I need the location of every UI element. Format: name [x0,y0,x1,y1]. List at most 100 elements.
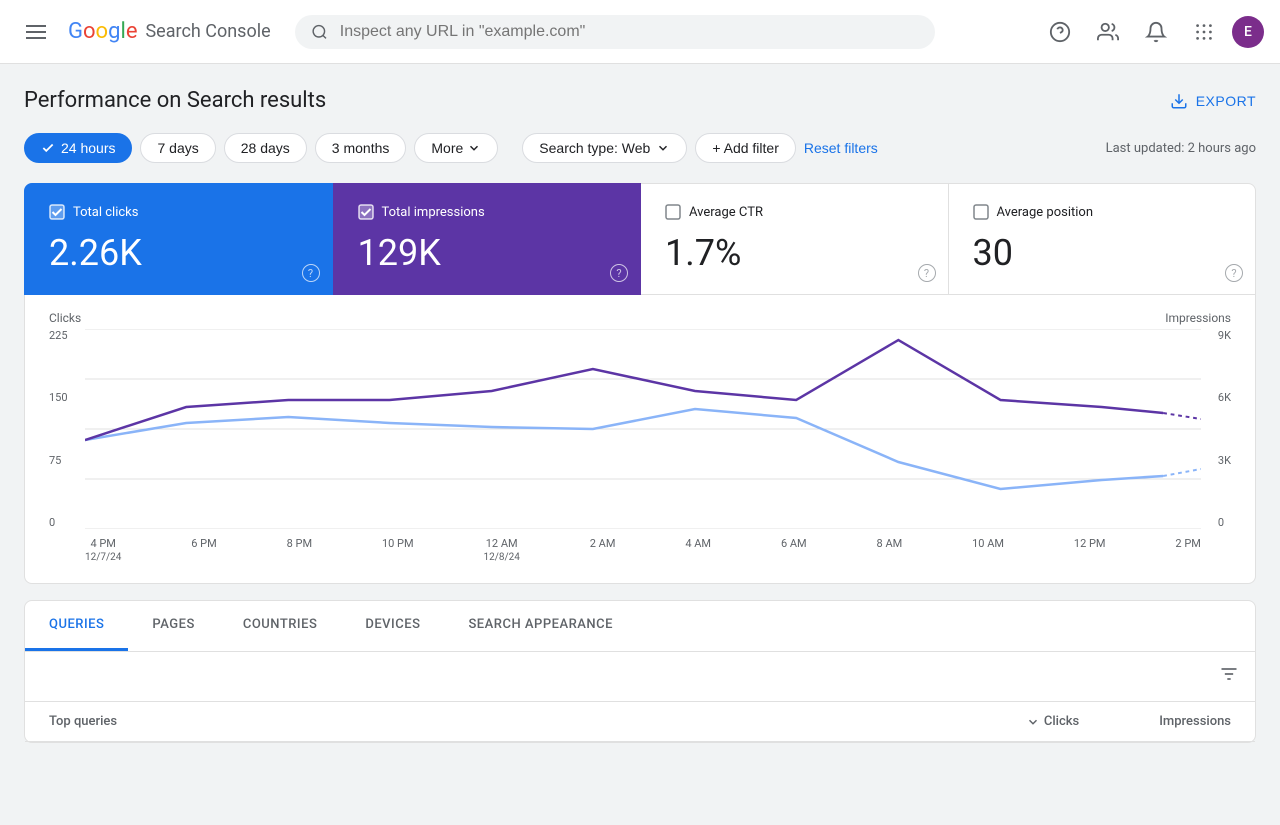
filter-3months[interactable]: 3 months [315,133,407,163]
hamburger-menu-button[interactable] [16,12,56,52]
tab-queries[interactable]: QUERIES [25,601,128,651]
stat-card-position[interactable]: Average position 30 ? [949,183,1257,295]
tab-devices[interactable]: DEVICES [341,601,444,651]
last-updated-text: Last updated: 2 hours ago [1106,141,1256,156]
stat-value-position: 30 [973,232,1232,274]
stat-name-clicks: Total clicks [73,205,138,220]
stat-card-clicks[interactable]: Total clicks 2.26K ? [24,183,333,295]
grid-icon [1193,21,1215,43]
search-input[interactable] [340,23,919,41]
filter-28days-label: 28 days [241,140,290,156]
stat-value-ctr: 1.7% [665,232,924,274]
add-filter-label: + Add filter [712,140,779,156]
filter-24hours[interactable]: 24 hours [24,133,132,163]
filter-icon [1219,664,1239,684]
table-header: Top queries Clicks Impressions [25,702,1255,742]
google-wordmark: Google [68,19,137,44]
stat-card-ctr[interactable]: Average CTR 1.7% ? [641,183,949,295]
users-icon [1097,21,1119,43]
filter-more[interactable]: More [414,133,498,163]
x-label-6am: 6 AM [781,537,807,563]
stat-label-impressions: Total impressions [358,204,617,220]
help-icon [1049,21,1071,43]
x-label-2pm: 2 PM [1175,537,1200,563]
x-label-4am: 4 AM [685,537,711,563]
search-type-label: Search type: Web [539,140,650,156]
x-label-10pm: 10 PM [382,537,414,563]
impressions-col-label: Impressions [1159,714,1231,729]
filter-7days[interactable]: 7 days [140,133,215,163]
y-left-0: 0 [49,516,68,529]
filter-28days[interactable]: 28 days [224,133,307,163]
stat-name-impressions: Total impressions [382,205,485,220]
help-button[interactable] [1040,12,1080,52]
y-right-0: 0 [1218,516,1231,529]
table-right-cols: Clicks Impressions [1026,714,1231,729]
table-col-queries: Top queries [49,714,1026,729]
search-bar[interactable] [295,15,935,49]
y-right-6k: 6K [1218,391,1231,404]
help-ctr-icon[interactable]: ? [918,264,936,282]
x-label-2am: 2 AM [590,537,616,563]
search-type-button[interactable]: Search type: Web [522,133,687,163]
grid-button[interactable] [1184,12,1224,52]
clicks-dotted [1163,469,1201,476]
checkbox-checked-icon [49,204,65,220]
stat-label-clicks: Total clicks [49,204,308,220]
hamburger-icon [18,17,54,47]
y-left-150: 150 [49,391,68,404]
download-icon [1170,92,1188,110]
tab-search-appearance[interactable]: SEARCH APPEARANCE [444,601,637,651]
header: Google Search Console [0,0,1280,64]
sort-down-icon [1026,715,1040,729]
impressions-dotted [1163,413,1201,419]
tab-pages[interactable]: PAGES [128,601,218,651]
header-left: Google Search Console [16,12,271,52]
filter-7days-label: 7 days [157,140,198,156]
header-right: E [1040,12,1264,52]
filter-rows-button[interactable] [1219,664,1239,689]
notifications-button[interactable] [1136,12,1176,52]
stat-card-impressions[interactable]: Total impressions 129K ? [333,183,642,295]
clicks-line [85,409,1163,489]
chevron-down-icon [656,141,670,155]
search-icon [311,23,328,41]
x-label-8pm: 8 PM [287,537,312,563]
checkbox-unchecked-icon [665,204,681,220]
tabs-row: QUERIES PAGES COUNTRIES DEVICES SEARCH A… [25,601,1255,652]
x-label-12pm: 12 PM [1074,537,1106,563]
avatar[interactable]: E [1232,16,1264,48]
chart-wrapper: 225 150 75 0 9K 6K 3K 0 [49,329,1231,529]
chart-container: Clicks Impressions 225 150 75 0 9K 6K 3K… [24,295,1256,584]
filter-more-label: More [431,140,463,156]
stat-value-impressions: 129K [358,232,617,274]
page-title: Performance on Search results [24,88,326,113]
table-col-clicks[interactable]: Clicks [1026,714,1079,729]
help-position-icon[interactable]: ? [1225,264,1243,282]
stat-label-ctr: Average CTR [665,204,924,220]
logo: Google Search Console [68,19,271,44]
help-clicks-icon[interactable]: ? [302,264,320,282]
bell-icon [1145,21,1167,43]
chart-svg [85,329,1201,529]
x-label-6pm: 6 PM [191,537,216,563]
chart-y-right-label: Impressions [1165,311,1231,325]
export-button[interactable]: EXPORT [1170,92,1256,110]
stat-label-position: Average position [973,204,1232,220]
help-impressions-icon[interactable]: ? [610,264,628,282]
checkbox-checked-icon [358,204,374,220]
checkbox-unchecked-icon [973,204,989,220]
x-label-4pm: 4 PM12/7/24 [85,537,121,563]
chart-y-left-label: Clicks [49,311,81,325]
y-right-3k: 3K [1218,454,1231,467]
filter-bar: 24 hours 7 days 28 days 3 months More Se… [24,133,1256,163]
y-left-75: 75 [49,454,68,467]
users-button[interactable] [1088,12,1128,52]
x-label-10am: 10 AM [972,537,1004,563]
clicks-col-label: Clicks [1044,714,1079,729]
export-label: EXPORT [1196,93,1256,109]
reset-filters-button[interactable]: Reset filters [804,140,878,156]
tab-countries[interactable]: COUNTRIES [219,601,342,651]
add-filter-button[interactable]: + Add filter [695,133,796,163]
x-label-12am: 12 AM12/8/24 [484,537,520,563]
